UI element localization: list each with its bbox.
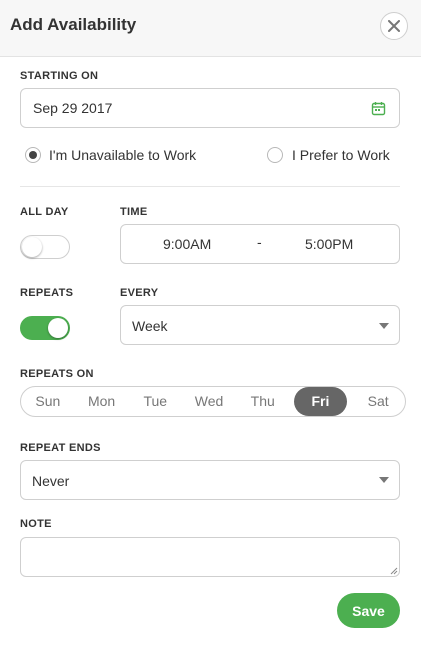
repeats-label: REPEATS: [20, 287, 74, 299]
starting-on-label: STARTING ON: [20, 70, 99, 82]
day-sun[interactable]: Sun: [21, 387, 75, 416]
section-divider: [20, 186, 400, 187]
prefer-radio-label: I Prefer to Work: [292, 147, 390, 163]
all-day-toggle[interactable]: [20, 235, 70, 259]
every-label: EVERY: [120, 287, 159, 299]
chevron-down-icon: [379, 477, 389, 483]
repeat-ends-value: Never: [32, 473, 70, 489]
chevron-down-icon: [379, 323, 389, 329]
unavailable-radio-label: I'm Unavailable to Work: [49, 147, 197, 163]
dialog-header: Add Availability: [0, 0, 421, 57]
resize-handle-icon[interactable]: [389, 566, 398, 575]
note-textarea[interactable]: [20, 537, 400, 577]
day-tue[interactable]: Tue: [128, 387, 182, 416]
end-time-input[interactable]: 5:00PM: [305, 236, 353, 252]
day-sat[interactable]: Sat: [351, 387, 405, 416]
repeat-ends-select[interactable]: Never: [20, 460, 400, 500]
close-icon: [388, 20, 400, 32]
unavailable-radio[interactable]: [25, 147, 41, 163]
repeat-ends-label: REPEAT ENDS: [20, 442, 101, 454]
calendar-icon[interactable]: [371, 101, 386, 116]
start-time-input[interactable]: 9:00AM: [163, 236, 211, 252]
starting-on-field[interactable]: Sep 29 2017: [20, 88, 400, 128]
starting-on-value: Sep 29 2017: [33, 100, 113, 116]
toggle-knob: [48, 318, 68, 338]
dialog-title: Add Availability: [10, 15, 137, 34]
save-button[interactable]: Save: [337, 593, 400, 628]
day-wed[interactable]: Wed: [182, 387, 236, 416]
note-label: NOTE: [20, 518, 52, 530]
close-button[interactable]: [380, 12, 408, 40]
day-fri[interactable]: Fri: [293, 387, 348, 416]
all-day-label: ALL DAY: [20, 206, 69, 218]
day-selector: Sun Mon Tue Wed Thu Fri Sat: [20, 386, 406, 417]
repeats-on-label: REPEATS ON: [20, 368, 94, 380]
every-select-value: Week: [132, 318, 168, 334]
day-thu[interactable]: Thu: [236, 387, 290, 416]
toggle-knob: [22, 237, 42, 257]
repeats-toggle[interactable]: [20, 316, 70, 340]
every-select[interactable]: Week: [120, 305, 400, 345]
day-mon[interactable]: Mon: [75, 387, 129, 416]
time-separator: -: [257, 234, 262, 250]
time-label: TIME: [120, 206, 148, 218]
time-range-field: 9:00AM - 5:00PM: [120, 224, 400, 264]
prefer-radio[interactable]: [267, 147, 283, 163]
